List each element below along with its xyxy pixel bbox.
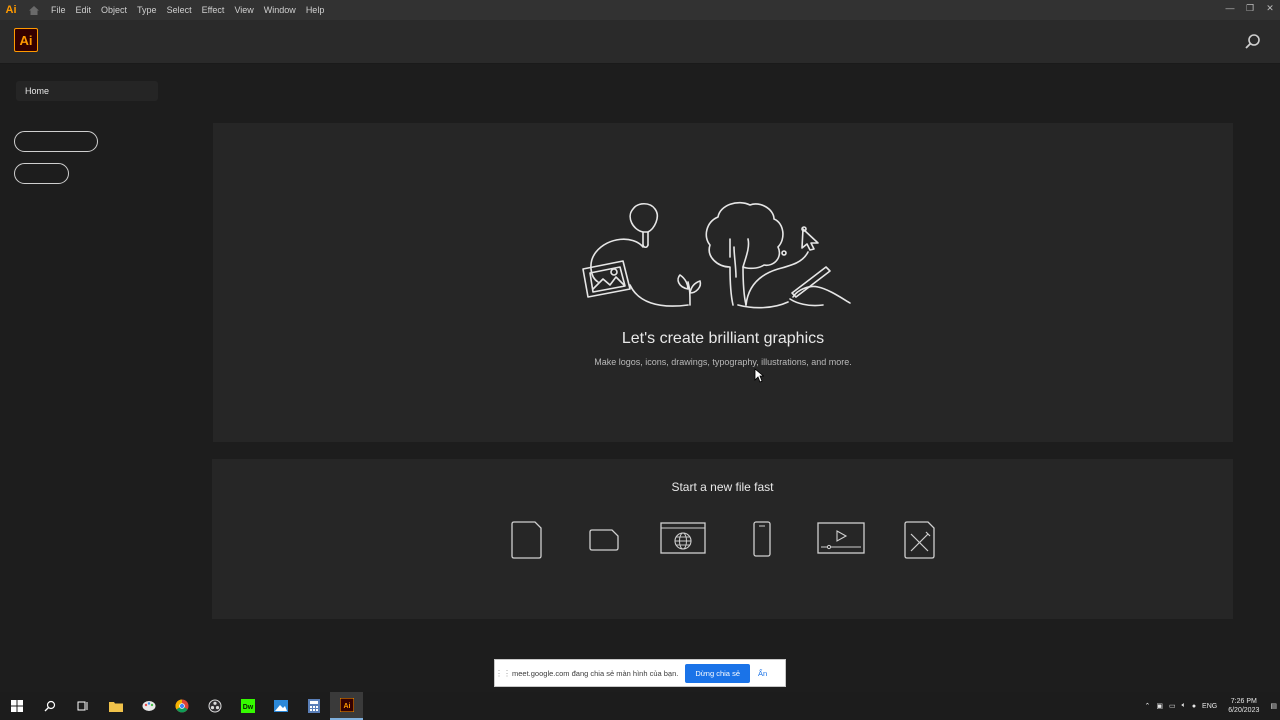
hero-banner: Let's create brilliant graphics Make log… [213, 123, 1233, 442]
menu-object[interactable]: Object [96, 0, 132, 20]
svg-text:Dw: Dw [242, 704, 253, 711]
video-icon[interactable] [817, 522, 865, 554]
minimize-icon[interactable]: — [1220, 0, 1240, 16]
menu-effect[interactable]: Effect [197, 0, 230, 20]
tray-app-icon[interactable]: ▣ [1156, 702, 1163, 710]
windows-start-icon[interactable] [0, 692, 33, 720]
menu-bar: Ai File Edit Object Type Select Effect V… [0, 0, 1280, 20]
illustrator-logo-icon: Ai [5, 4, 17, 16]
calculator-icon[interactable] [297, 692, 330, 720]
menu-window[interactable]: Window [259, 0, 301, 20]
drag-handle-icon[interactable]: ⋮⋮ [495, 669, 511, 678]
obs-icon[interactable] [198, 692, 231, 720]
search-icon[interactable] [33, 692, 66, 720]
share-message: meet.google.com đang chia sẻ màn hình củ… [512, 668, 679, 678]
sidebar-item-home[interactable]: Home [16, 81, 158, 101]
stop-sharing-button[interactable]: Dừng chia sẻ [685, 663, 750, 683]
sidebar: Home [0, 64, 200, 692]
quick-start-panel: Start a new file fast [212, 459, 1233, 619]
clock-date: 6/20/2023 [1228, 707, 1260, 714]
chrome-icon[interactable] [165, 692, 198, 720]
web-icon[interactable] [660, 522, 706, 554]
photos-icon[interactable] [264, 692, 297, 720]
document-icon[interactable] [509, 520, 543, 560]
hero-subtitle: Make logos, icons, drawings, typography,… [594, 357, 852, 367]
window-controls: — ❐ ✕ [1220, 0, 1280, 20]
app-header: Ai [0, 20, 1280, 64]
language-indicator[interactable]: ENG [1202, 703, 1217, 710]
new-file-button[interactable] [14, 131, 98, 152]
illustrator-app-logo: Ai [14, 28, 38, 52]
windows-taskbar: Dw Ai ⌃ ▣ ▭ 🔈︎ ● ENG 7:26 PM 6/20/2023 ▤ [0, 692, 1280, 720]
menu-help[interactable]: Help [301, 0, 330, 20]
tablet-icon[interactable] [588, 528, 620, 552]
volume-icon[interactable]: 🔈︎ [1182, 702, 1186, 710]
home-icon[interactable] [22, 0, 46, 20]
paint-icon[interactable] [132, 692, 165, 720]
file-explorer-icon[interactable] [99, 692, 132, 720]
restore-icon[interactable]: ❐ [1240, 0, 1260, 16]
screen-share-notification: ⋮⋮ meet.google.com đang chia sẻ màn hình… [494, 659, 786, 687]
close-icon[interactable]: ✕ [1260, 0, 1280, 16]
mobile-icon[interactable] [752, 520, 772, 558]
hero-title: Let's create brilliant graphics [621, 330, 825, 347]
hide-link[interactable]: Ẩn [758, 669, 767, 678]
menu-view[interactable]: View [229, 0, 258, 20]
illustrator-taskbar-icon[interactable]: Ai [330, 692, 363, 720]
network-icon[interactable]: ▭ [1169, 702, 1176, 710]
svg-text:Ai: Ai [343, 703, 350, 710]
microphone-icon[interactable]: ● [1192, 703, 1196, 710]
search-icon[interactable] [1244, 33, 1262, 51]
menu-edit[interactable]: Edit [71, 0, 97, 20]
menu-type[interactable]: Type [132, 0, 162, 20]
open-button[interactable] [14, 163, 69, 184]
dreamweaver-icon[interactable]: Dw [231, 692, 264, 720]
quick-start-title: Start a new file fast [671, 480, 774, 494]
mouse-cursor-icon [754, 368, 764, 383]
system-tray: ⌃ ▣ ▭ 🔈︎ ● ENG 7:26 PM 6/20/2023 ▤ [1141, 692, 1280, 720]
clock[interactable]: 7:26 PM 6/20/2023 [1228, 697, 1259, 715]
menu-file[interactable]: File [46, 0, 71, 20]
task-view-icon[interactable] [66, 692, 99, 720]
menu-select[interactable]: Select [162, 0, 197, 20]
creative-illustration [582, 201, 851, 309]
clock-time: 7:26 PM [1230, 698, 1257, 705]
notification-icon[interactable]: ▤ [1270, 702, 1277, 710]
art-illustration-icon[interactable] [902, 520, 936, 560]
chevron-up-icon[interactable]: ⌃ [1144, 702, 1150, 710]
